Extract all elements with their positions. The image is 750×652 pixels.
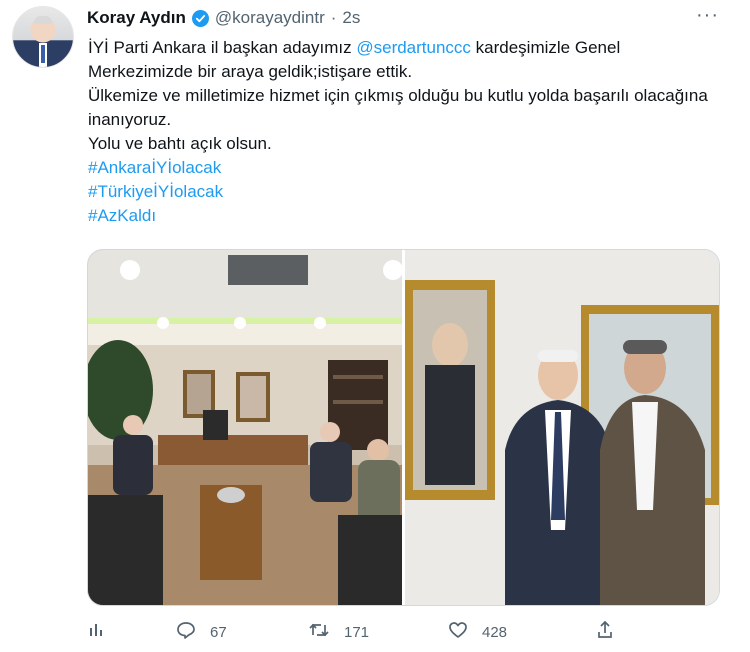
tweet-paragraph-1: İYİ Parti Ankara il başkan adayımız @ser… xyxy=(88,36,708,84)
reply-icon xyxy=(176,620,196,644)
office-meeting-photo[interactable] xyxy=(88,250,402,605)
author-avatar[interactable] xyxy=(12,6,74,68)
share-button[interactable] xyxy=(596,620,614,644)
tweet-line1-pre: İYİ Parti Ankara il başkan adayımız xyxy=(88,38,357,57)
reply-button[interactable]: 67 xyxy=(176,620,227,644)
tweet-actions: 67 171 428 xyxy=(88,620,628,646)
hashtag-link[interactable]: #AzKaldı xyxy=(88,206,156,225)
tweet-text: İYİ Parti Ankara il başkan adayımız @ser… xyxy=(88,36,708,228)
retweet-icon xyxy=(308,620,330,644)
more-options-icon[interactable]: ··· xyxy=(696,4,719,27)
hashtag-link[interactable]: #AnkaraİYİolacak xyxy=(88,158,221,177)
tweet: Koray Aydın @korayaydintr · 2s ··· İYİ P… xyxy=(0,0,750,652)
like-count: 428 xyxy=(482,623,508,641)
avatar-hair xyxy=(34,16,52,24)
retweet-button[interactable]: 171 xyxy=(308,620,369,644)
office-meeting-illustration xyxy=(88,250,402,605)
tweet-paragraph-3: Yolu ve bahtı açık olsun. xyxy=(88,134,272,153)
author-handle[interactable]: @korayaydintr xyxy=(215,8,325,28)
tweet-time[interactable]: 2s xyxy=(342,8,360,28)
analytics-button[interactable] xyxy=(88,620,106,642)
like-icon xyxy=(448,620,468,644)
tweet-header: Koray Aydın @korayaydintr · 2s xyxy=(87,7,360,29)
tweet-paragraph-2: Ülkemize ve milletimize hizmet için çıkm… xyxy=(88,86,708,129)
separator-dot: · xyxy=(330,8,337,27)
verified-badge-icon xyxy=(191,9,209,27)
mention-link[interactable]: @serdartunccc xyxy=(356,38,471,57)
portrait-photo[interactable] xyxy=(405,250,719,605)
analytics-icon xyxy=(88,620,106,642)
portrait-illustration xyxy=(405,250,719,605)
tweet-media xyxy=(87,249,720,606)
share-icon xyxy=(596,620,614,644)
avatar-tie xyxy=(41,45,45,63)
retweet-count: 171 xyxy=(344,623,370,641)
reply-count: 67 xyxy=(210,623,227,641)
hashtag-link[interactable]: #TürkiyeİYİolacak xyxy=(88,182,223,201)
author-name[interactable]: Koray Aydın xyxy=(87,8,186,28)
like-button[interactable]: 428 xyxy=(448,620,507,644)
